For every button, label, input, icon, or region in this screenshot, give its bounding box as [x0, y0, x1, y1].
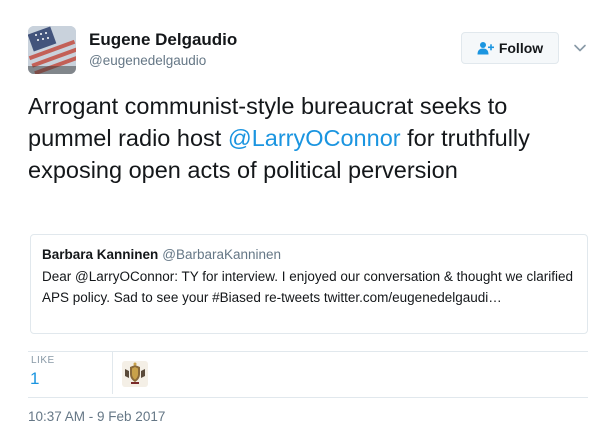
- like-count[interactable]: 1: [30, 369, 39, 389]
- quoted-tweet-name: Barbara Kanninen: [42, 247, 159, 262]
- chevron-down-icon[interactable]: [572, 40, 588, 56]
- stats-bottom-divider: [28, 397, 588, 398]
- quoted-tweet-header: Barbara Kanninen @BarbaraKanninen: [42, 246, 576, 263]
- quoted-tweet[interactable]: Barbara Kanninen @BarbaraKanninen Dear @L…: [30, 234, 588, 334]
- author-name[interactable]: Eugene Delgaudio: [89, 30, 237, 50]
- liker-avatar[interactable]: [122, 361, 148, 387]
- tweet-mention-link[interactable]: @LarryOConnor: [228, 125, 401, 151]
- author-avatar[interactable]: [28, 26, 76, 74]
- follow-button[interactable]: Follow: [461, 32, 559, 64]
- quoted-tweet-text: Dear @LarryOConnor: TY for interview. I …: [42, 269, 573, 305]
- stats-separator: [112, 352, 113, 394]
- quoted-tweet-handle: @BarbaraKanninen: [162, 247, 282, 262]
- person-add-icon: [477, 42, 494, 55]
- like-label: LIKE: [31, 355, 55, 366]
- follow-button-label: Follow: [498, 40, 544, 56]
- author-handle[interactable]: @eugenedelgaudio: [89, 53, 206, 68]
- tweet-text: Arrogant communist-style bureaucrat seek…: [28, 90, 588, 186]
- tweet-timestamp[interactable]: 10:37 AM - 9 Feb 2017: [28, 409, 165, 424]
